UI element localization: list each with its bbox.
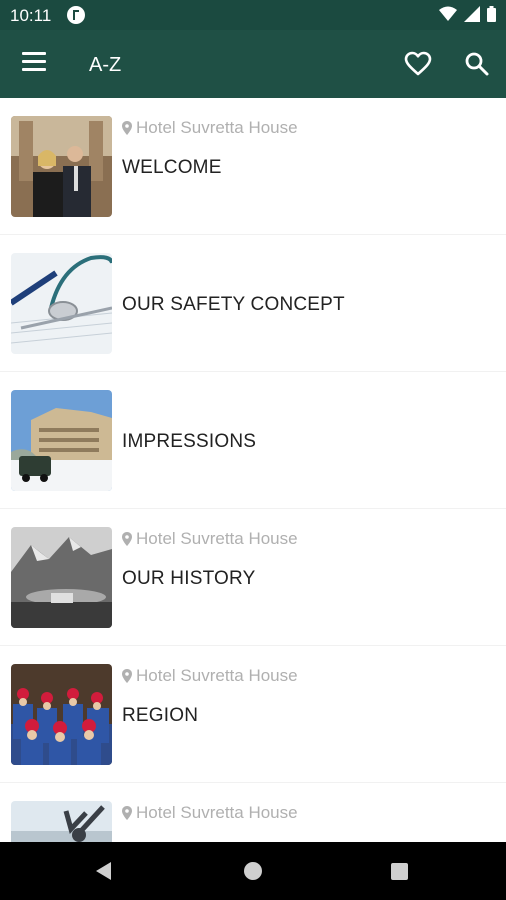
- list-item-welcome[interactable]: Hotel Suvretta House WELCOME: [0, 98, 506, 235]
- wifi-icon: [439, 6, 457, 21]
- location-text: Hotel Suvretta House: [136, 803, 298, 822]
- list-item-region[interactable]: Hotel Suvretta House REGION: [0, 646, 506, 783]
- welcome-thumbnail: [11, 116, 112, 217]
- location-label: Hotel Suvretta House: [122, 118, 298, 138]
- home-icon[interactable]: [244, 862, 262, 880]
- item-title: IMPRESSIONS: [122, 431, 257, 452]
- location-pin-icon: [122, 669, 132, 683]
- safety-concept-thumbnail: [11, 253, 112, 354]
- location-label: Hotel Suvretta House: [122, 803, 298, 823]
- back-icon[interactable]: [96, 862, 111, 880]
- menu-icon[interactable]: [22, 52, 48, 74]
- partial-thumbnail: [11, 801, 112, 842]
- recent-apps-icon[interactable]: [391, 863, 408, 880]
- location-pin-icon: [122, 806, 132, 820]
- status-bar: 10:11: [0, 0, 506, 30]
- item-title: OUR HISTORY: [122, 568, 256, 589]
- item-title: WELCOME: [122, 157, 222, 178]
- system-nav-bar: [0, 842, 506, 900]
- our-history-thumbnail: [11, 527, 112, 628]
- list-item-safety-concept[interactable]: OUR SAFETY CONCEPT: [0, 235, 506, 372]
- search-icon[interactable]: [464, 51, 490, 77]
- content-list: Hotel Suvretta House WELCOME OUR SAFETY …: [0, 98, 506, 842]
- status-icons: [439, 6, 496, 22]
- signal-icon: [464, 6, 480, 22]
- battery-icon: [487, 6, 496, 22]
- list-item-our-history[interactable]: Hotel Suvretta House OUR HISTORY: [0, 509, 506, 646]
- location-text: Hotel Suvretta House: [136, 118, 298, 137]
- location-pin-icon: [122, 121, 132, 135]
- location-pin-icon: [122, 532, 132, 546]
- location-label: Hotel Suvretta House: [122, 529, 298, 549]
- item-title: REGION: [122, 705, 199, 726]
- status-time: 10:11: [10, 6, 52, 25]
- app-bar: A-Z: [0, 30, 506, 98]
- region-thumbnail: [11, 664, 112, 765]
- list-item-impressions[interactable]: IMPRESSIONS: [0, 372, 506, 509]
- impressions-thumbnail: [11, 390, 112, 491]
- location-label: Hotel Suvretta House: [122, 666, 298, 686]
- location-text: Hotel Suvretta House: [136, 666, 298, 685]
- notification-icon: [67, 6, 85, 24]
- page-title: A-Z: [89, 54, 122, 76]
- item-title: OUR SAFETY CONCEPT: [122, 294, 345, 315]
- favorites-heart-icon[interactable]: [404, 51, 432, 77]
- list-item-partial[interactable]: Hotel Suvretta House: [0, 783, 506, 842]
- location-text: Hotel Suvretta House: [136, 529, 298, 548]
